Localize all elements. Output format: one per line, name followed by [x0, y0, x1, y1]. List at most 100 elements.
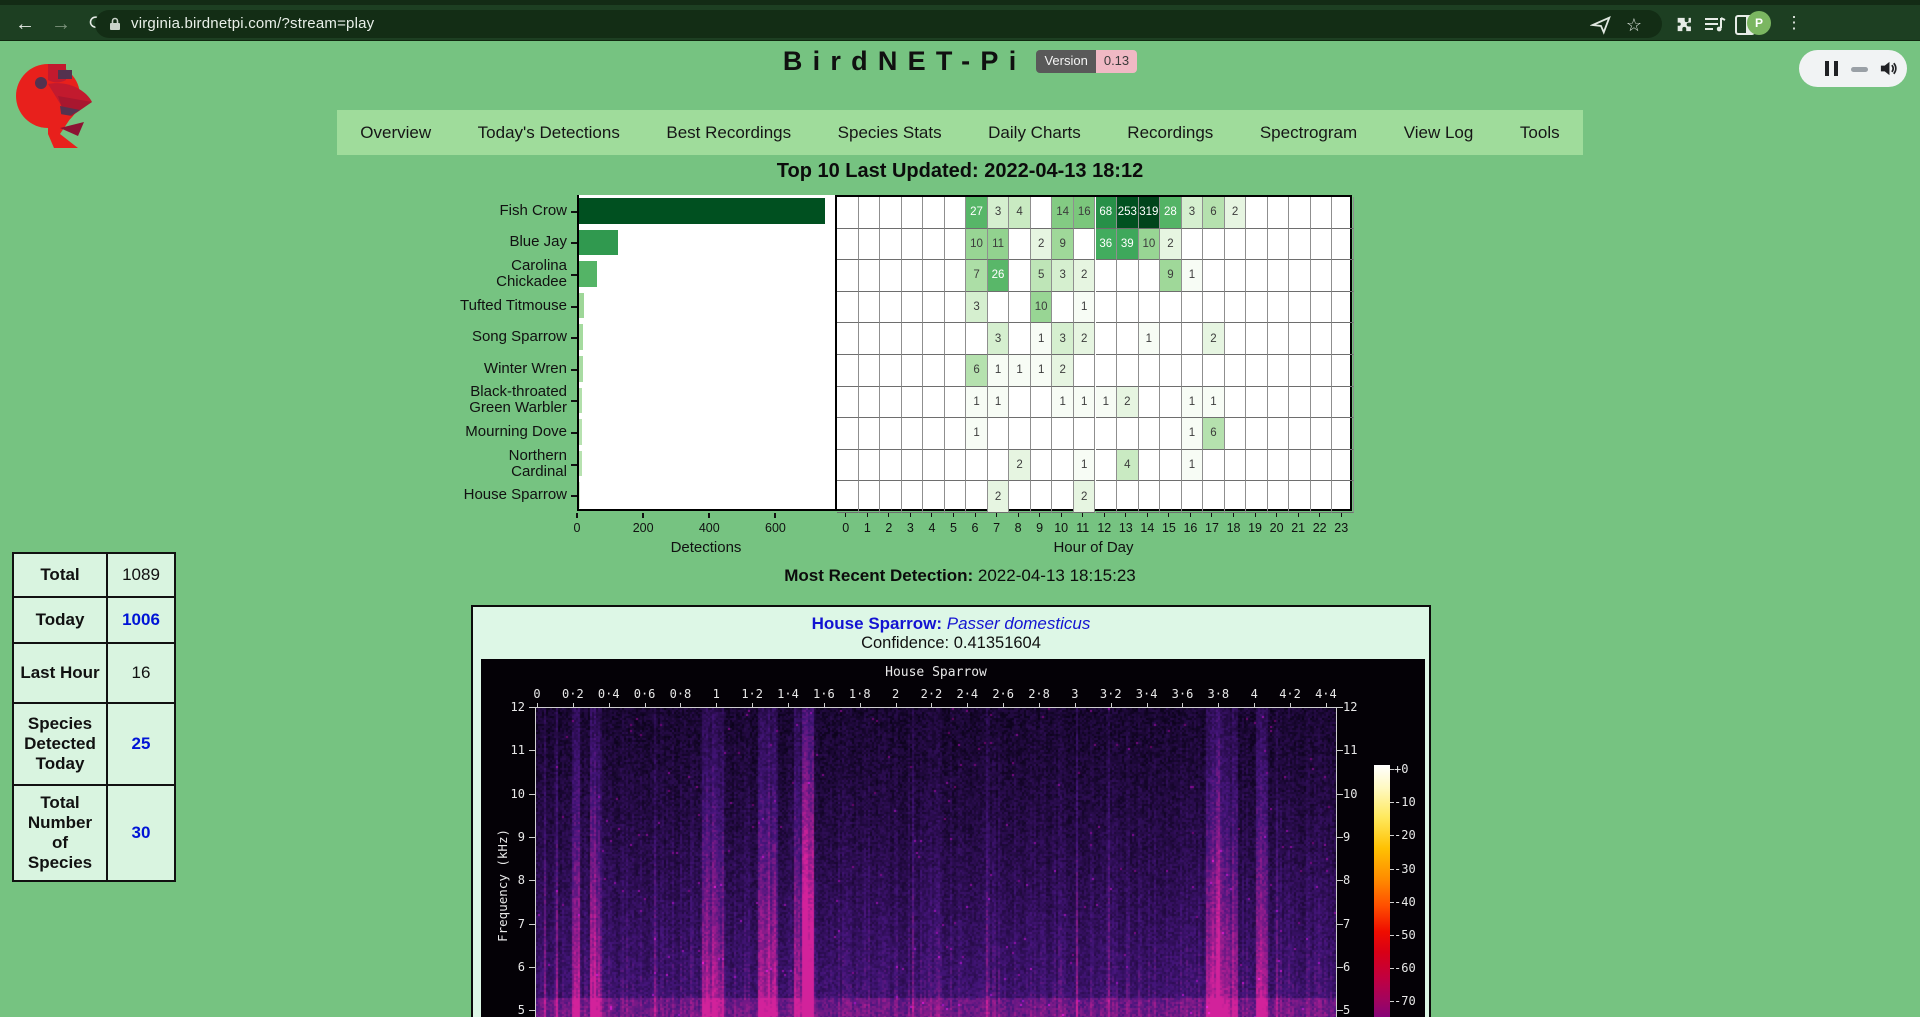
nav-item-recordings[interactable]: Recordings — [1127, 123, 1213, 143]
forward-icon[interactable]: → — [46, 9, 76, 39]
nav-item-daily-charts[interactable]: Daily Charts — [988, 123, 1081, 143]
heat-cell — [1160, 292, 1182, 324]
spec-xtick-mark — [931, 703, 932, 708]
heat-cell — [880, 355, 902, 387]
hour-tick-label: 8 — [1008, 521, 1028, 535]
hour-tick-mark — [888, 513, 889, 517]
species-label: Song Sparrow — [327, 321, 567, 353]
stats-value-3[interactable]: 25 — [107, 703, 175, 785]
heat-cell: 4 — [1117, 450, 1139, 482]
heat-cell — [902, 355, 924, 387]
heat-cell: 1 — [1203, 387, 1225, 419]
heat-cell — [1268, 260, 1290, 292]
heat-cell — [1225, 229, 1247, 261]
heat-cell — [945, 292, 967, 324]
heat-cell — [1332, 323, 1354, 355]
heat-cell — [837, 387, 859, 419]
spec-xtick-label: 3·6 — [1165, 687, 1199, 701]
spectrogram-frame — [535, 707, 1337, 1017]
nav-item-best-recordings[interactable]: Best Recordings — [666, 123, 791, 143]
heat-cell — [1182, 292, 1204, 324]
detection-species-line: House Sparrow: Passer domesticus — [473, 614, 1429, 634]
hour-tick-mark — [931, 513, 932, 517]
heat-cell — [1203, 355, 1225, 387]
hour-tick-label: 12 — [1094, 521, 1114, 535]
heat-cell — [945, 418, 967, 450]
heat-cell: 9 — [1052, 229, 1074, 261]
send-to-device-icon[interactable] — [1590, 14, 1612, 36]
heat-cell — [837, 260, 859, 292]
profile-avatar[interactable]: P — [1747, 11, 1771, 35]
heat-cell — [1289, 387, 1311, 419]
heat-cell: 319 — [1139, 197, 1161, 229]
heat-cell: 10 — [1139, 229, 1161, 261]
nav-item-view-log[interactable]: View Log — [1404, 123, 1474, 143]
chart-species-labels: Fish CrowBlue JayCarolinaChickadeeTufted… — [327, 195, 567, 511]
heat-cell: 26 — [988, 260, 1010, 292]
hour-tick-mark — [1190, 513, 1191, 517]
heat-cell — [837, 292, 859, 324]
heat-cell — [859, 418, 881, 450]
heat-cell — [923, 450, 945, 482]
heat-cell — [1203, 260, 1225, 292]
spec-xtick-label: 1·6 — [807, 687, 841, 701]
heat-cell — [923, 292, 945, 324]
nav-item-spectrogram[interactable]: Spectrogram — [1260, 123, 1357, 143]
pause-icon[interactable] — [1825, 61, 1838, 76]
browser-menu-icon[interactable]: ⋮ — [1784, 10, 1804, 36]
heat-cell — [880, 387, 902, 419]
extensions-icon[interactable] — [1673, 14, 1695, 36]
heat-cell — [880, 260, 902, 292]
heat-cell — [988, 450, 1010, 482]
heat-cell — [1289, 292, 1311, 324]
hour-tick-mark — [1276, 513, 1277, 517]
address-bar[interactable]: virginia.birdnetpi.com/?stream=play ☆ — [95, 10, 1662, 38]
heat-cell — [902, 260, 924, 292]
heat-cell — [1311, 323, 1333, 355]
nav-item-today-s-detections[interactable]: Today's Detections — [478, 123, 620, 143]
media-playlist-icon[interactable] — [1703, 15, 1727, 37]
hour-tick-mark — [1125, 513, 1126, 517]
spec-xtick-mark — [860, 703, 861, 708]
heat-cell: 39 — [1117, 229, 1139, 261]
confidence-value: 0.41351604 — [954, 634, 1041, 652]
spec-xtick-mark — [609, 703, 610, 708]
volume-icon[interactable] — [1879, 59, 1898, 78]
heat-cell — [1160, 481, 1182, 513]
heat-cell: 2 — [1160, 229, 1182, 261]
stats-value-4[interactable]: 30 — [107, 785, 175, 881]
detection-species-link[interactable]: House Sparrow: — [812, 614, 942, 633]
hour-tick-label: 11 — [1073, 521, 1093, 535]
heat-cell — [1246, 229, 1268, 261]
hour-axis-label: Hour of Day — [1034, 539, 1154, 556]
spec-ytick-mark — [529, 794, 535, 795]
spec-xtick-label: 0 — [520, 687, 554, 701]
hour-tick-mark — [845, 513, 846, 517]
heat-cell: 2 — [1203, 323, 1225, 355]
hour-tick-mark — [1233, 513, 1234, 517]
heat-cell — [1117, 418, 1139, 450]
nav-item-overview[interactable]: Overview — [360, 123, 431, 143]
bar-5 — [579, 356, 583, 382]
page-header: BirdNET-Pi Version 0.13 — [0, 46, 1920, 77]
colorbar-tick-label: -70 — [1394, 994, 1434, 1008]
heat-cell — [1096, 260, 1118, 292]
heat-cell — [923, 229, 945, 261]
nav-item-species-stats[interactable]: Species Stats — [838, 123, 942, 143]
heat-cell — [859, 355, 881, 387]
bookmark-star-icon[interactable]: ☆ — [1623, 14, 1645, 36]
heat-cell: 2 — [1009, 450, 1031, 482]
heat-cell: 1 — [1182, 450, 1204, 482]
nav-item-tools[interactable]: Tools — [1520, 123, 1560, 143]
heat-cell: 14 — [1052, 197, 1074, 229]
spec-ytick-label-left: 12 — [495, 700, 525, 714]
spec-xtick-mark — [537, 703, 538, 708]
stats-value-1[interactable]: 1006 — [107, 597, 175, 643]
birdnet-pi-page: ← → ⟳ virginia.birdnetpi.com/?stream=pla… — [0, 0, 1920, 1017]
heat-cell: 3 — [1182, 197, 1204, 229]
seek-slider[interactable] — [1851, 67, 1868, 72]
back-icon[interactable]: ← — [10, 9, 40, 39]
hour-tick-label: 17 — [1202, 521, 1222, 535]
version-badge-label: Version — [1036, 50, 1095, 73]
heat-cell — [837, 481, 859, 513]
